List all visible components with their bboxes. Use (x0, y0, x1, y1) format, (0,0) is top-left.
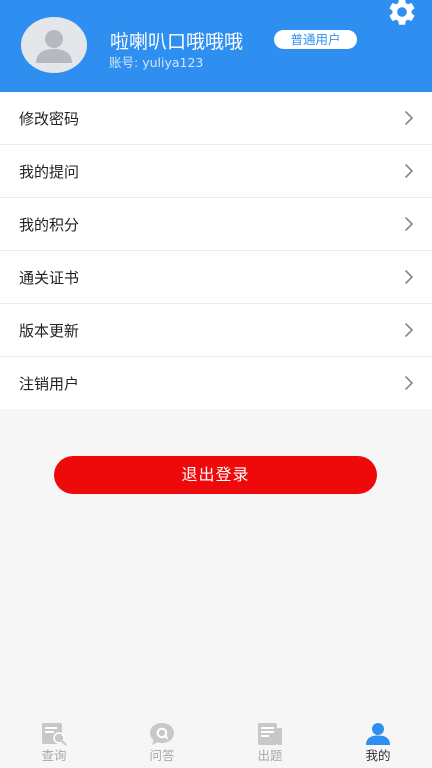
account-info: 账号: yuliya123 (109, 55, 203, 71)
chevron-right-icon (402, 322, 416, 338)
account-label: 账号: (109, 55, 139, 70)
logout-button[interactable]: 退出登录 (54, 456, 377, 494)
tab-create-questions[interactable]: 出题 (216, 712, 324, 768)
menu-item-label: 版本更新 (19, 322, 80, 340)
menu-item-label: 我的积分 (19, 216, 80, 234)
menu-item-label: 我的提问 (19, 163, 80, 181)
menu-item-certificates[interactable]: 通关证书 (0, 251, 432, 304)
role-badge: 普通用户 (274, 30, 357, 49)
tab-qa[interactable]: 问答 (108, 712, 216, 768)
tab-query[interactable]: 查询 (0, 712, 108, 768)
menu-item-label: 通关证书 (19, 269, 80, 287)
menu-item-my-points[interactable]: 我的积分 (0, 198, 432, 251)
chevron-right-icon (402, 269, 416, 285)
menu-item-version-update[interactable]: 版本更新 (0, 304, 432, 357)
tab-mine[interactable]: 我的 (324, 712, 432, 768)
bottom-tab-bar: 查询 问答 出题 我的 (0, 712, 432, 768)
tab-label: 我的 (365, 748, 391, 763)
tab-label: 出题 (257, 748, 283, 763)
menu-item-deactivate-account[interactable]: 注销用户 (0, 357, 432, 410)
newspaper-icon (257, 722, 283, 746)
chevron-right-icon (402, 110, 416, 126)
chevron-right-icon (402, 163, 416, 179)
account-value: yuliya123 (142, 55, 204, 70)
search-document-icon (41, 722, 67, 746)
menu-item-my-questions[interactable]: 我的提问 (0, 145, 432, 198)
chevron-right-icon (402, 216, 416, 232)
menu-item-label: 注销用户 (19, 375, 80, 393)
avatar-placeholder-icon (36, 30, 72, 63)
profile-header: 啦喇叭口哦哦哦 账号: yuliya123 普通用户 (0, 0, 432, 92)
chevron-right-icon (402, 375, 416, 391)
avatar[interactable] (21, 17, 87, 73)
chat-bubble-icon (149, 722, 175, 746)
menu-item-label: 修改密码 (19, 110, 80, 128)
tab-label: 查询 (41, 748, 67, 763)
username: 啦喇叭口哦哦哦 (110, 31, 244, 53)
gear-icon[interactable] (386, 0, 418, 28)
person-icon (365, 722, 391, 746)
settings-menu: 修改密码 我的提问 我的积分 通关证书 版本更新 注销用户 (0, 92, 432, 409)
menu-item-change-password[interactable]: 修改密码 (0, 92, 432, 145)
tab-label: 问答 (149, 748, 175, 763)
